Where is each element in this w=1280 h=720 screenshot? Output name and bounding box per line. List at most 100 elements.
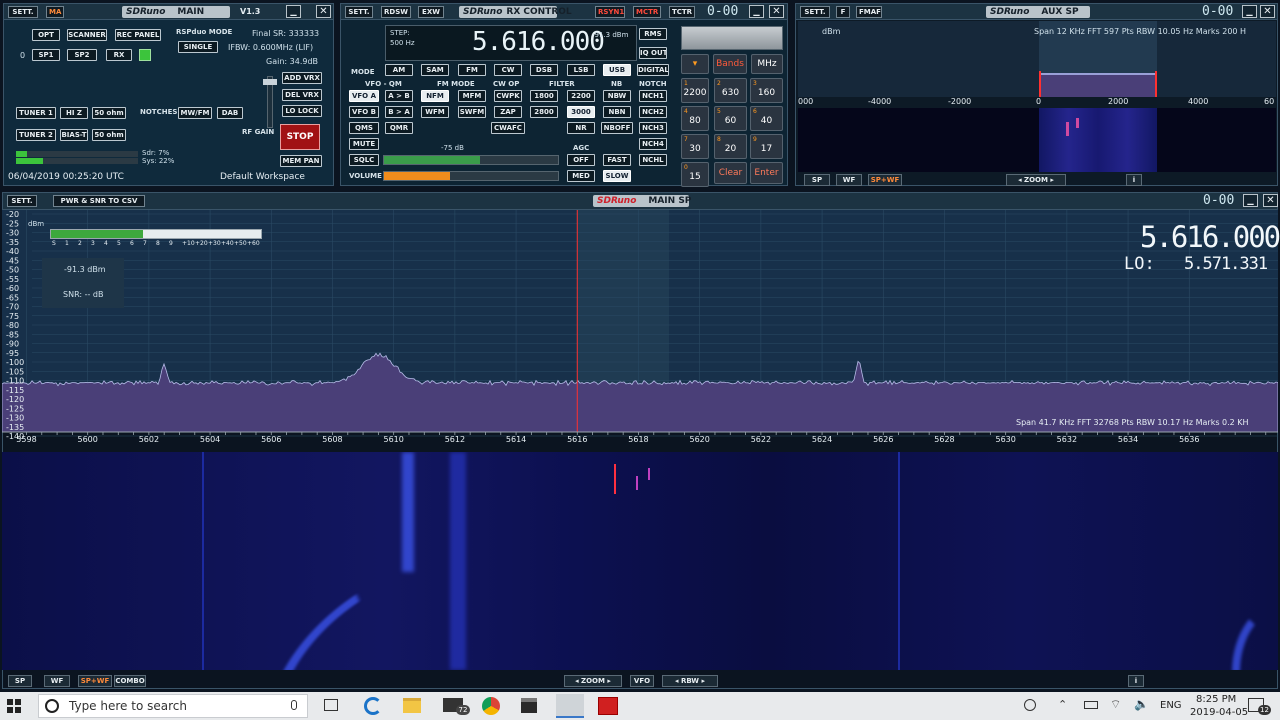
band-key-160[interactable]: 3 160 [750,78,783,103]
frequency-display[interactable]: STEP: 500 Hz 5.616.000 -91.3 dBm [385,25,637,61]
main-waterfall[interactable] [2,452,1278,670]
main-rbw-control[interactable]: ◂ RBW ▸ [662,675,718,687]
bias-t-button[interactable]: BIAS-T [60,129,88,141]
aux-close-button[interactable]: ✕ [1260,5,1275,18]
microphone-icon[interactable] [291,700,297,710]
search-input[interactable]: Type here to search [69,699,187,713]
swfm-button[interactable]: SWFM [458,106,486,118]
chrome-icon[interactable] [482,697,500,715]
lo-lock-button[interactable]: LO LOCK [282,105,322,117]
exw-button[interactable]: EXW [418,6,444,18]
cwpk-button[interactable]: CWPK [494,90,522,102]
main-wf-button[interactable]: WF [44,675,70,687]
battery-icon[interactable] [1084,701,1098,709]
clock-time[interactable]: 8:25 PM [1196,694,1236,705]
aux-spectrum[interactable]: dBm Span 12 KHz FFT 597 Pts RBW 10.05 Hz… [798,21,1276,97]
close-button[interactable]: ✕ [316,5,331,18]
bands-key[interactable]: Bands [713,54,747,74]
tuning-dial[interactable] [681,26,783,50]
volume-slider[interactable] [383,171,559,181]
pwr-snr-csv-button[interactable]: PWR & SNR TO CSV [53,195,145,207]
iq-out-button[interactable]: IQ OUT [639,47,667,59]
filter-1800-button[interactable]: 1800 [530,90,558,102]
nfm-button[interactable]: NFM [421,90,449,102]
filter-3000-button[interactable]: 3000 [567,106,595,118]
nch2-button[interactable]: NCH2 [639,106,667,118]
nboff-button[interactable]: NBOFF [601,122,633,134]
band-key-30[interactable]: 7 30 [681,134,709,159]
sdruno-taskbar-icon[interactable] [556,694,584,718]
network-icon[interactable]: ⌔ [1110,697,1121,712]
aux-wf-button[interactable]: WF [836,174,862,186]
sp2-button[interactable]: SP2 [67,49,97,61]
minimize-button[interactable]: ▁ [286,5,301,18]
mode-am-button[interactable]: AM [385,64,413,76]
single-mode-button[interactable]: SINGLE [178,41,218,53]
dab-notch-button[interactable]: DAB [217,107,243,119]
rx-control-titlebar[interactable]: SETT. RDSW EXW SDRuno RX CONTROL RSYN1 MC… [341,4,787,20]
store-icon[interactable] [521,698,537,713]
main-zoom-control[interactable]: ◂ ZOOM ▸ [564,675,622,687]
antenna-50ohm-button-1[interactable]: 50 ohm [92,107,126,119]
main-spwf-button[interactable]: SP+WF [78,675,112,687]
mode-sam-button[interactable]: SAM [421,64,449,76]
filter-2200-button[interactable]: 2200 [567,90,595,102]
aux-zoom-control[interactable]: ◂ ZOOM ▸ [1006,174,1066,186]
aux-minimize-button[interactable]: ▁ [1242,5,1257,18]
main-panel-titlebar[interactable]: SETT. MA SDRuno MAIN V1.3 ▁ ✕ [4,4,333,20]
taskbar-search[interactable]: Type here to search [38,694,308,718]
scanner-button[interactable]: SCANNER [67,29,107,41]
del-vrx-button[interactable]: DEL VRX [282,89,322,101]
band-key-80[interactable]: 4 80 [681,106,709,131]
sqlc-button[interactable]: SQLC [349,154,379,166]
vfo-a-button[interactable]: VFO A [349,90,379,102]
opt-button[interactable]: OPT [32,29,60,41]
step-value[interactable]: 500 Hz [390,39,415,47]
filter-2800-button[interactable]: 2800 [530,106,558,118]
band-key-17[interactable]: 9 17 [750,134,783,159]
mode-lsb-button[interactable]: LSB [567,64,595,76]
main-info-button[interactable]: i [1128,675,1144,687]
tuner1-button[interactable]: TUNER 1 [16,107,56,119]
main-sp-close-button[interactable]: ✕ [1263,194,1278,207]
vfo-b-button[interactable]: VFO B [349,106,379,118]
agc-slow-button[interactable]: SLOW [603,170,631,182]
mem-pan-button[interactable]: MEM PAN [280,155,322,167]
volume-icon[interactable]: 🔈 [1134,697,1149,711]
aux-settings-button[interactable]: SETT. [800,6,830,18]
tuner2-button[interactable]: TUNER 2 [16,129,56,141]
mfm-button[interactable]: MFM [458,90,486,102]
app-taskbar-icon[interactable] [598,697,618,715]
aux-info-button[interactable]: i [1126,174,1142,186]
cwafc-button[interactable]: CWAFC [491,122,525,134]
rx-settings-button[interactable]: SETT. [345,6,373,18]
rec-panel-button[interactable]: REC PANEL [115,29,161,41]
digital-button[interactable]: DIGITAL [637,64,669,76]
band-dropdown-key[interactable]: ▾ [681,54,709,74]
mode-dsb-button[interactable]: DSB [530,64,558,76]
nch1-button[interactable]: NCH1 [639,90,667,102]
task-view-icon[interactable] [324,699,338,711]
clear-key[interactable]: Clear [714,162,747,184]
mode-cw-button[interactable]: CW [494,64,522,76]
rdsw-button[interactable]: RDSW [381,6,411,18]
aux-f-button[interactable]: F [836,6,850,18]
mode-fm-button[interactable]: FM [458,64,486,76]
qms-button[interactable]: QMS [349,122,379,134]
mhz-key[interactable]: MHz [751,54,783,74]
rx-minimize-button[interactable]: ▁ [749,5,764,18]
add-vrx-button[interactable]: ADD VRX [282,72,322,84]
rsyn1-button[interactable]: RSYN1 [595,6,625,18]
sp1-button[interactable]: SP1 [32,49,60,61]
main-sp-button[interactable]: SP [8,675,32,687]
vfo-frequency[interactable]: 5.616.000 [472,27,605,57]
mute-button[interactable]: MUTE [349,138,379,150]
nchl-button[interactable]: NCHL [639,154,667,166]
edge-icon[interactable] [364,697,382,715]
nch3-button[interactable]: NCH3 [639,122,667,134]
nbn-button[interactable]: NBN [603,106,631,118]
antenna-50ohm-button-2[interactable]: 50 ohm [92,129,126,141]
band-key-15[interactable]: 0 15 [681,162,709,187]
tray-overflow-icon[interactable]: ⌃ [1058,698,1067,711]
mwfm-notch-button[interactable]: MW/FM [178,107,212,119]
